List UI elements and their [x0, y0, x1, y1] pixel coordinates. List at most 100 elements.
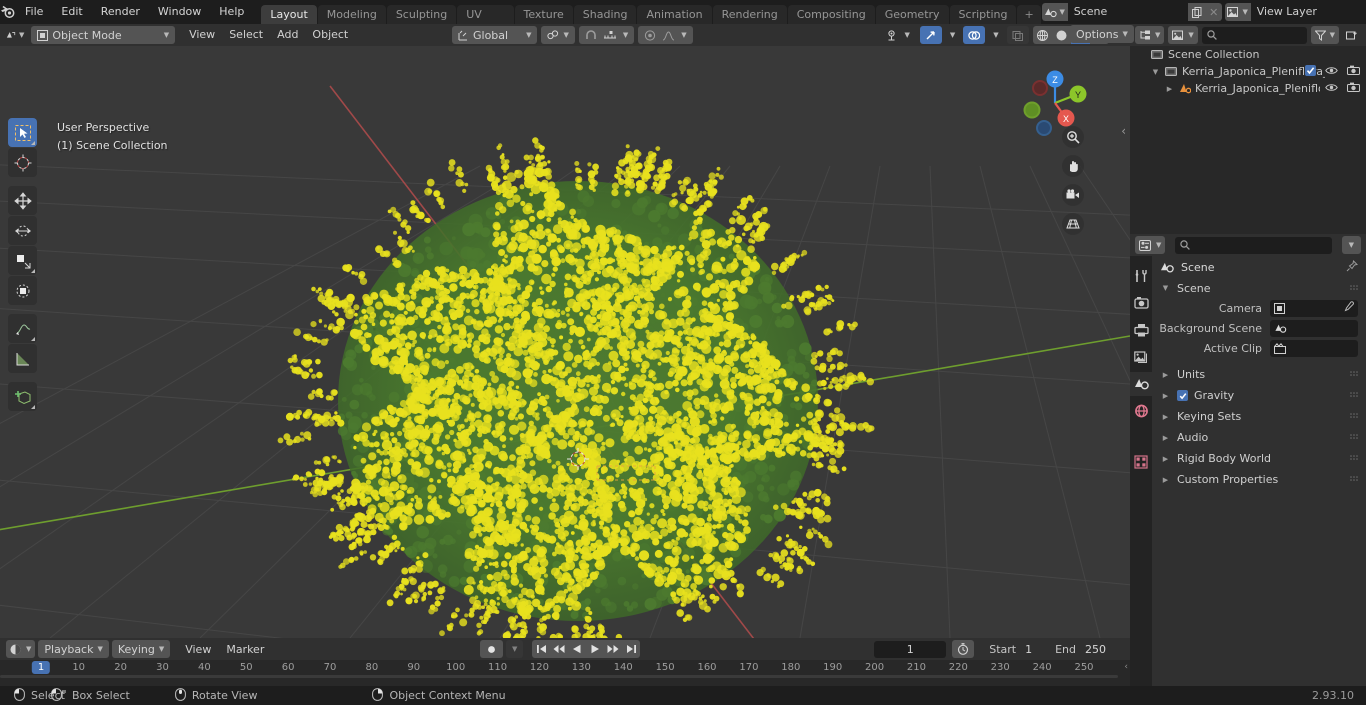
camera-icon[interactable]	[1062, 184, 1084, 206]
panel-header-custom-properties[interactable]: ▶ Custom Properties	[1152, 469, 1366, 490]
workspace-tab-texture-paint[interactable]: Texture Paint	[514, 5, 573, 40]
workspace-tab-shading[interactable]: Shading	[573, 5, 637, 24]
scene-datablock[interactable]: ▼ Scene ✕	[1041, 3, 1222, 21]
outliner-camera-icon[interactable]	[1347, 82, 1360, 95]
use-preview-range-toggle[interactable]	[952, 640, 975, 658]
properties-tab-view-layer[interactable]	[1130, 345, 1152, 369]
next-keyframe-icon[interactable]	[604, 640, 622, 658]
viewport-menu-add[interactable]: Add	[270, 26, 305, 44]
panel-checkbox[interactable]	[1177, 390, 1188, 401]
disclosure-closed-icon[interactable]: ▶	[1160, 371, 1171, 379]
outliner-eye-icon[interactable]	[1325, 65, 1338, 78]
outliner-filter-id[interactable]: ▼	[1168, 26, 1198, 44]
blender-logo-icon[interactable]	[0, 0, 16, 24]
viewport-menu-object[interactable]: Object	[305, 26, 355, 44]
menu-file[interactable]: File	[16, 2, 52, 22]
snap-controls[interactable]: ▼	[578, 26, 635, 44]
overlays-toggle[interactable]	[963, 26, 986, 44]
outliner-display-mode[interactable]: ▼	[1135, 26, 1165, 44]
properties-tab-strip[interactable]	[1130, 256, 1152, 686]
cursor-tool[interactable]	[8, 148, 37, 177]
play-icon[interactable]	[586, 640, 604, 658]
prev-keyframe-icon[interactable]	[550, 640, 568, 658]
xray-toggle[interactable]	[1006, 26, 1029, 44]
properties-tab-world[interactable]	[1130, 399, 1152, 423]
auto-keying-dropdown[interactable]: ▼	[506, 640, 524, 658]
outliner-row[interactable]: Scene Collection	[1130, 46, 1366, 63]
viewport-menu-select[interactable]: Select	[222, 26, 270, 44]
viewlayer-datablock[interactable]: ▼ View Layer ✕	[1224, 3, 1366, 21]
pin-icon[interactable]	[1346, 259, 1359, 275]
add-workspace-button[interactable]: +	[1017, 5, 1041, 24]
menu-window[interactable]: Window	[149, 2, 210, 22]
timeline-ruler[interactable]: 10 20 30 40 50 60 70 80 90 100 110 120 130 140 150 160 1…	[0, 660, 1130, 682]
scale-tool[interactable]	[8, 246, 37, 275]
outliner-filter-dropdown[interactable]: ▼	[1310, 26, 1339, 44]
visibility-dropdown[interactable]: ▼	[881, 26, 915, 44]
timeline-marker-menu[interactable]: Marker	[220, 640, 270, 658]
shading-solid-icon[interactable]	[1052, 26, 1071, 44]
options-dropdown[interactable]: Options ▼	[1070, 25, 1134, 43]
outliner-row[interactable]: ▼ Kerria_Japonica_Pleniflora_Pla	[1130, 63, 1366, 80]
viewport-nav-buttons[interactable]	[1062, 126, 1084, 235]
workspace-tab-scripting[interactable]: Scripting	[949, 5, 1017, 24]
outliner-editor[interactable]: ▼ ▼ ▼ Scene Collection ▼ Kerria_Japonica_P…	[1130, 24, 1366, 234]
proportional-edit-controls[interactable]: ▼	[638, 26, 693, 44]
disclosure-icon[interactable]: ▶	[1164, 85, 1175, 93]
frame-end-field[interactable]: End 250	[1046, 641, 1120, 658]
sidebar-toggle-arrow[interactable]: ‹	[1121, 124, 1126, 138]
disclosure-closed-icon[interactable]: ▶	[1160, 413, 1171, 421]
menu-help[interactable]: Help	[210, 2, 253, 22]
properties-tab-texture[interactable]	[1130, 450, 1152, 474]
add-cube-tool[interactable]	[8, 382, 37, 411]
panel-header-scene[interactable]: ▼ Scene	[1152, 278, 1366, 298]
transform-tool[interactable]	[8, 276, 37, 305]
workspace-tab-uv-editing[interactable]: UV Editing	[457, 5, 514, 40]
jump-start-icon[interactable]	[532, 640, 550, 658]
rotate-tool[interactable]	[8, 216, 37, 245]
properties-options-dropdown[interactable]: ▼	[1341, 236, 1361, 254]
properties-editor-type[interactable]: ▼	[1135, 236, 1166, 254]
duplicate-icon[interactable]	[1187, 3, 1206, 21]
keying-dropdown[interactable]: Keying ▼	[111, 640, 171, 658]
disclosure-icon[interactable]: ▼	[1150, 68, 1161, 76]
pivot-point-dropdown[interactable]: ▼	[541, 26, 575, 44]
jump-end-icon[interactable]	[622, 640, 640, 658]
input-camera[interactable]	[1270, 299, 1358, 317]
view-layer-icon[interactable]: ▼	[1224, 3, 1251, 21]
shading-wireframe-icon[interactable]	[1033, 26, 1052, 44]
move-tool[interactable]	[8, 186, 37, 215]
input-active-clip[interactable]	[1270, 339, 1358, 357]
new-collection-button[interactable]	[1343, 26, 1361, 44]
timeline-playhead[interactable]: 1	[31, 661, 51, 674]
properties-tab-output[interactable]	[1130, 318, 1152, 342]
viewport-menu-view[interactable]: View	[182, 26, 222, 44]
panel-header-audio[interactable]: ▶ Audio	[1152, 427, 1366, 448]
panel-header-rigid-body-world[interactable]: ▶ Rigid Body World	[1152, 448, 1366, 469]
properties-tab-tool[interactable]	[1130, 264, 1152, 288]
outliner-row[interactable]: ▶ Kerria_Japonica_Pleniflora	[1130, 80, 1366, 97]
disclosure-closed-icon[interactable]: ▶	[1160, 392, 1171, 400]
annotate-tool[interactable]	[8, 314, 37, 343]
outliner-search-input[interactable]	[1201, 26, 1307, 44]
transform-orientation-dropdown[interactable]: Global ▼	[452, 26, 538, 44]
input-background-scene[interactable]	[1270, 319, 1358, 337]
panel-header-gravity[interactable]: ▶ Gravity	[1152, 385, 1366, 406]
auto-keying-toggle[interactable]	[480, 640, 503, 658]
scene-icon[interactable]: ▼	[1041, 3, 1068, 21]
frame-start-field[interactable]: Start 1	[980, 641, 1046, 658]
panel-header-keying-sets[interactable]: ▶ Keying Sets	[1152, 406, 1366, 427]
perspective-grid-icon[interactable]	[1062, 213, 1084, 235]
play-reverse-icon[interactable]	[568, 640, 586, 658]
disclosure-closed-icon[interactable]: ▶	[1160, 434, 1171, 442]
playback-transport[interactable]	[532, 640, 641, 658]
timeline-view-menu[interactable]: View	[179, 640, 217, 658]
disclosure-closed-icon[interactable]: ▶	[1160, 455, 1171, 463]
editor-type-icon[interactable]	[6, 26, 16, 44]
timeline-editor[interactable]: ▼ Playback ▼ Keying ▼ View Marker ▼ 1 St…	[0, 638, 1130, 686]
overlays-dropdown[interactable]: ▼	[989, 26, 1002, 44]
workspace-tab-geometry-nodes[interactable]: Geometry Nodes	[875, 5, 949, 40]
measure-tool[interactable]	[8, 344, 37, 373]
3d-viewport[interactable]: User Perspective (1) Scene Collection Z …	[0, 46, 1130, 638]
workspace-tab-animation[interactable]: Animation	[637, 5, 712, 24]
